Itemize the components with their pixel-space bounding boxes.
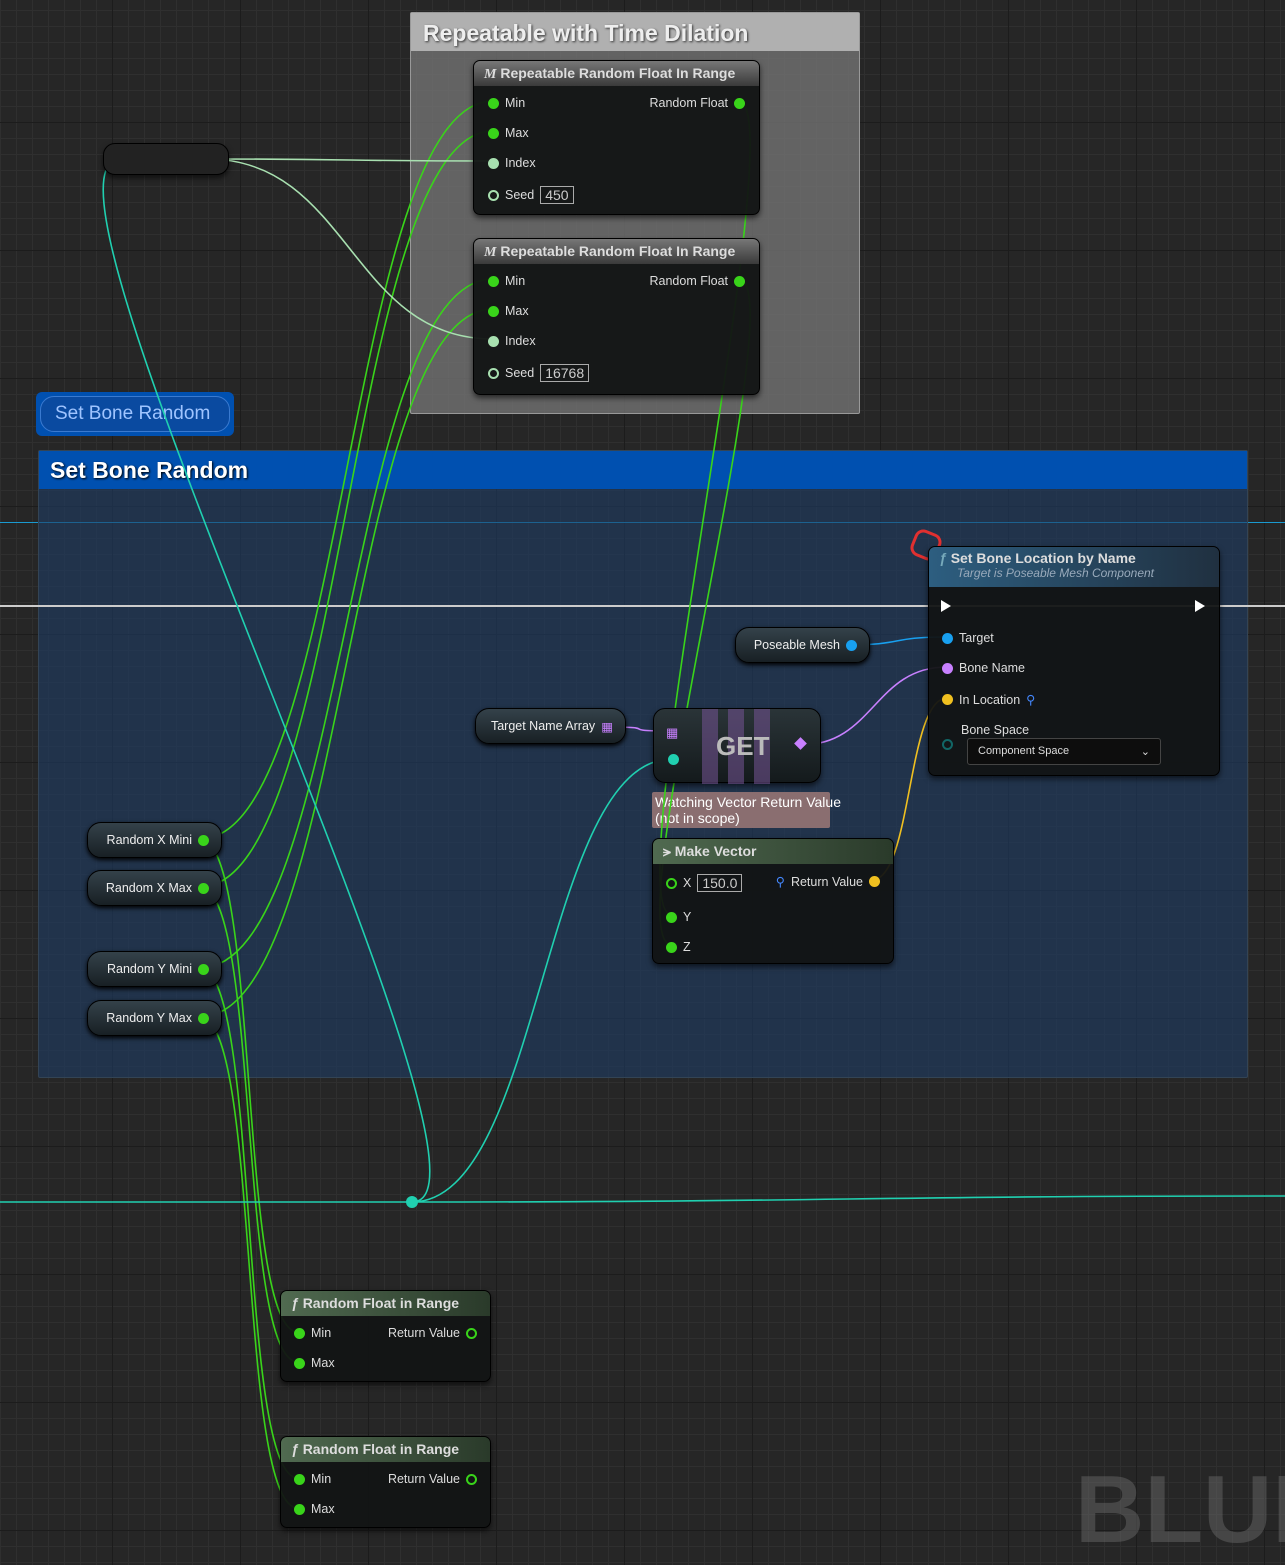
wire-reroute-down xyxy=(102,158,431,1203)
set-bone-location-node[interactable]: ƒ Set Bone Location by Name Target is Po… xyxy=(928,546,1220,776)
chevron-down-icon: ⌄ xyxy=(1140,746,1150,758)
pin-max[interactable]: Max xyxy=(488,126,529,140)
target-name-array-variable[interactable]: Target Name Array ▦ xyxy=(475,708,626,744)
function-icon: ƒ xyxy=(291,1441,299,1457)
pin-max[interactable]: Max xyxy=(294,1502,335,1516)
struct-icon: ⪫ xyxy=(663,843,671,859)
pin-y[interactable]: Y xyxy=(666,910,691,924)
x-input[interactable]: 150.0 xyxy=(697,874,743,892)
reroute-node[interactable] xyxy=(103,143,229,175)
get-label: GET xyxy=(716,731,770,761)
wire-y-max xyxy=(199,308,494,1018)
pin-min[interactable]: Min xyxy=(488,274,525,288)
wires-layer xyxy=(0,100,1285,1509)
pin-x[interactable]: X 150.0 xyxy=(666,874,743,892)
node-title: Random Float in Range xyxy=(302,1295,460,1311)
pin-max[interactable]: Max xyxy=(488,304,529,318)
pin-bone-space[interactable] xyxy=(942,739,953,750)
wire-index-1 xyxy=(206,158,494,162)
reroute-dot[interactable] xyxy=(406,1196,418,1208)
function-icon: ƒ xyxy=(291,1295,299,1311)
node-title: Make Vector xyxy=(674,843,757,859)
pin-bone-name[interactable]: Bone Name xyxy=(942,661,1025,675)
vector-icon: ⚲ xyxy=(1026,693,1036,707)
wire-y-min-2 xyxy=(199,967,299,1479)
array-icon: ▦ xyxy=(601,719,613,734)
random-float-in-range-node-2[interactable]: ƒ Random Float in Range Min Max Return V… xyxy=(280,1436,491,1528)
wire-x-min xyxy=(199,100,494,840)
pin-max[interactable]: Max xyxy=(294,1356,335,1370)
wire-index-2 xyxy=(206,158,494,340)
wire-random-float-y xyxy=(659,100,751,916)
pin-min[interactable]: Min xyxy=(294,1472,331,1486)
function-icon: ƒ xyxy=(939,550,947,566)
pin-index[interactable]: Index xyxy=(488,156,536,170)
wire-bone-name xyxy=(800,666,948,746)
array-pin[interactable]: ▦ xyxy=(666,725,678,741)
bone-space-dropdown[interactable]: Component Space ⌄ xyxy=(967,738,1161,765)
pin-z[interactable]: Z xyxy=(666,940,691,954)
seed-input[interactable]: 16768 xyxy=(540,364,590,382)
pin-in-location[interactable]: In Location ⚲ xyxy=(942,692,1035,707)
make-vector-node[interactable]: ⪫ Make Vector X 150.0 Y Z ⚲ Return Value xyxy=(652,838,894,964)
macro-icon: M xyxy=(484,67,497,82)
exec-in-pin[interactable] xyxy=(941,600,951,612)
random-float-in-range-node-1[interactable]: ƒ Random Float in Range Min Max Return V… xyxy=(280,1290,491,1382)
output-pin[interactable] xyxy=(794,737,807,750)
index-pin[interactable] xyxy=(668,754,679,765)
macro-icon: M xyxy=(484,245,497,260)
pin-index[interactable]: Index xyxy=(488,334,536,348)
pin-seed[interactable]: Seed 16768 xyxy=(488,364,590,382)
node-title: Repeatable Random Float In Range xyxy=(500,243,736,259)
pin-min[interactable]: Min xyxy=(294,1326,331,1340)
wire-get-index xyxy=(411,758,673,1203)
random-x-mini-variable[interactable]: Random X Mini xyxy=(87,822,222,858)
node-subtitle: Target is Poseable Mesh Component xyxy=(957,566,1155,580)
pin-return-value[interactable]: Return Value xyxy=(388,1472,477,1486)
wire-horizontal-right xyxy=(411,1195,1285,1203)
pin-return-value[interactable]: ⚲ Return Value xyxy=(776,874,880,889)
seed-input[interactable]: 450 xyxy=(540,186,574,204)
exec-out-pin[interactable] xyxy=(1195,600,1205,612)
node-title: Set Bone Location by Name xyxy=(950,550,1136,566)
poseable-mesh-variable[interactable]: Poseable Mesh xyxy=(735,627,870,663)
pin-return-value[interactable]: Return Value xyxy=(388,1326,477,1340)
pin-random-float[interactable]: Random Float xyxy=(649,274,745,288)
random-y-max-variable[interactable]: Random Y Max xyxy=(87,1000,222,1036)
pin-target[interactable]: Target xyxy=(942,631,994,645)
bone-space-label: Bone Space xyxy=(961,723,1030,737)
random-x-max-variable[interactable]: Random X Max xyxy=(87,870,222,906)
get-node[interactable]: GET ▦ xyxy=(653,708,821,784)
pin-random-float[interactable]: Random Float xyxy=(649,96,745,110)
pin-seed[interactable]: Seed 450 xyxy=(488,186,574,204)
vector-icon: ⚲ xyxy=(775,875,785,889)
node-title: Repeatable Random Float In Range xyxy=(500,65,736,81)
repeatable-random-float-node-1[interactable]: M Repeatable Random Float In Range Min M… xyxy=(473,60,760,215)
random-y-mini-variable[interactable]: Random Y Mini xyxy=(87,951,222,987)
repeatable-random-float-node-2[interactable]: M Repeatable Random Float In Range Min M… xyxy=(473,238,760,395)
pin-min[interactable]: Min xyxy=(488,96,525,110)
node-title: Random Float in Range xyxy=(302,1441,460,1457)
